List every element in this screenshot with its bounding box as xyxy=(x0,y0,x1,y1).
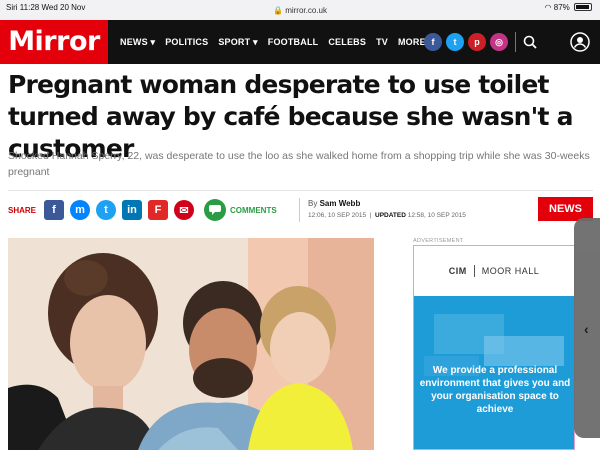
article-standfirst: Shocked Hannah Sperry, 22, was desperate… xyxy=(8,150,590,178)
ios-status-bar: Siri 11:28 Wed 20 Nov 🔒 mirror.co.uk ◠ 8… xyxy=(0,0,600,20)
twitter-icon[interactable]: t xyxy=(446,33,464,51)
article-photo[interactable] xyxy=(8,238,374,450)
share-bar: SHARE f m t in F ✉ COMMENTS xyxy=(8,198,277,222)
published-time: 12:06, 10 SEP 2015 xyxy=(308,212,367,219)
email-share-icon[interactable]: ✉ xyxy=(174,200,195,220)
flipboard-share-icon[interactable]: F xyxy=(148,200,169,220)
linkedin-share-icon[interactable]: in xyxy=(122,200,143,220)
url-text: mirror.co.uk xyxy=(285,6,327,15)
share-label: SHARE xyxy=(8,205,37,215)
byline-prefix: By xyxy=(308,199,318,208)
url-bar[interactable]: 🔒 mirror.co.uk xyxy=(0,6,600,15)
chevron-left-icon: ‹ xyxy=(584,321,589,337)
side-drawer-handle[interactable]: ‹ xyxy=(574,218,600,438)
article-dates: 12:06, 10 SEP 2015 | UPDATED 12:58, 10 S… xyxy=(308,212,466,219)
twitter-share-icon[interactable]: t xyxy=(96,200,117,220)
wifi-icon: ◠ xyxy=(544,3,552,12)
facebook-icon[interactable]: f xyxy=(424,33,442,51)
facebook-share-icon[interactable]: f xyxy=(44,200,65,220)
author-link[interactable]: Sam Webb xyxy=(320,199,361,208)
site-nav: Mirror NEWS ▾ POLITICS SPORT ▾ FOOTBALL … xyxy=(0,20,600,64)
divider xyxy=(8,190,593,191)
nav-item-celebs[interactable]: CELEBS xyxy=(328,37,366,47)
nav-item-news[interactable]: NEWS ▾ xyxy=(120,37,155,48)
advertisement[interactable]: CIM MOOR HALL We provide a professional … xyxy=(413,245,575,450)
updated-time: 12:58, 10 SEP 2015 xyxy=(407,212,466,219)
ad-image: We provide a professional environment th… xyxy=(414,296,574,449)
comments-button[interactable]: COMMENTS xyxy=(204,199,277,221)
ad-brand-moorhall: MOOR HALL xyxy=(481,266,540,276)
ad-brand-cim: CIM xyxy=(448,266,467,276)
search-icon[interactable] xyxy=(523,35,537,54)
ad-brand-divider xyxy=(473,265,475,277)
nav-item-tv[interactable]: TV xyxy=(376,37,388,47)
ad-text: We provide a professional environment th… xyxy=(419,365,571,415)
account-icon[interactable] xyxy=(570,32,590,57)
main-menu: NEWS ▾ POLITICS SPORT ▾ FOOTBALL CELEBS … xyxy=(120,20,433,64)
comments-label: COMMENTS xyxy=(230,205,277,215)
advertisement-label: ADVERTISEMENT xyxy=(413,238,464,244)
nav-item-football[interactable]: FOOTBALL xyxy=(268,37,319,47)
nav-divider xyxy=(515,32,516,52)
mirror-logo[interactable]: Mirror xyxy=(0,20,108,64)
instagram-icon[interactable]: ◎ xyxy=(490,33,508,51)
nav-item-politics[interactable]: POLITICS xyxy=(165,37,208,47)
share-divider xyxy=(299,198,300,222)
nav-item-sport[interactable]: SPORT ▾ xyxy=(218,37,257,48)
updated-label: UPDATED xyxy=(375,212,406,219)
battery-percent: 87% xyxy=(553,3,570,12)
byline: By Sam Webb xyxy=(308,199,360,208)
messenger-share-icon[interactable]: m xyxy=(70,200,91,220)
social-links: f t p ◎ xyxy=(424,33,508,51)
pinterest-icon[interactable]: p xyxy=(468,33,486,51)
battery-icon xyxy=(574,3,592,11)
lock-icon: 🔒 xyxy=(273,6,283,15)
comment-icon xyxy=(204,199,227,221)
ad-brand: CIM MOOR HALL xyxy=(414,246,574,296)
